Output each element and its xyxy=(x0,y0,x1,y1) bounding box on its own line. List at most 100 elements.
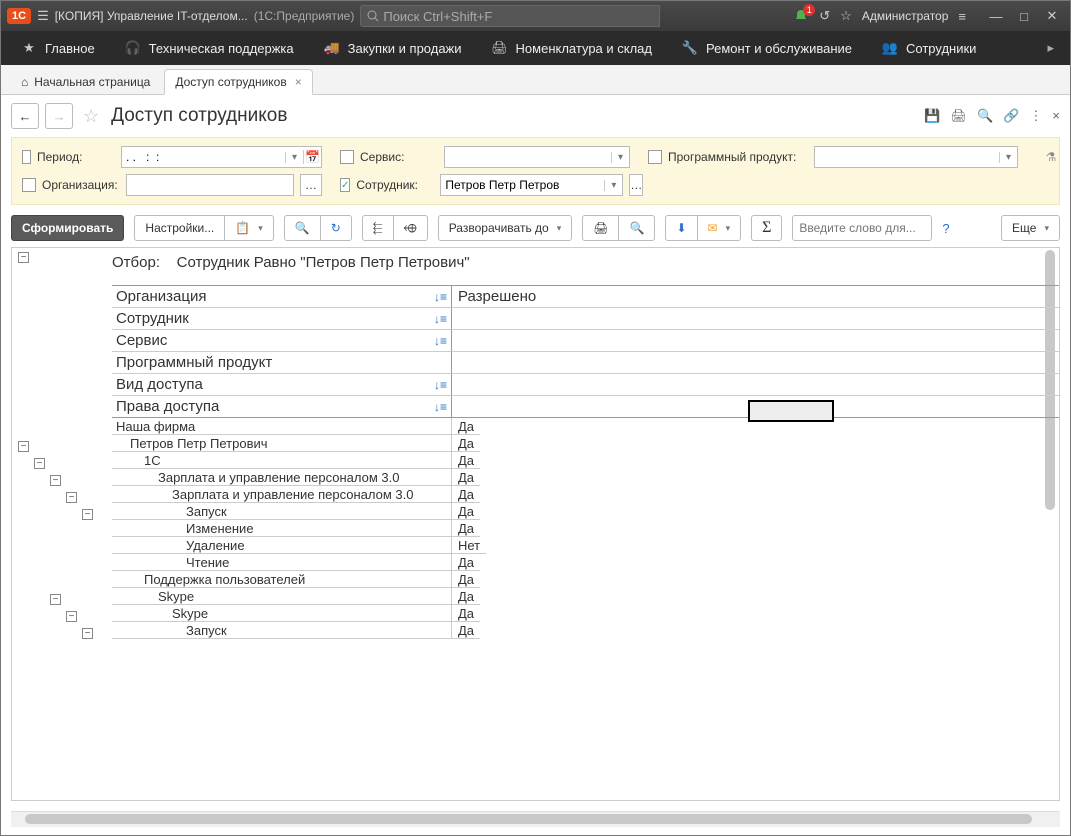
global-search[interactable]: Поиск Ctrl+Shift+F xyxy=(360,5,660,27)
service-checkbox[interactable] xyxy=(340,150,354,164)
tab-close-icon[interactable]: × xyxy=(295,75,302,89)
refresh-find-button[interactable]: ↻ xyxy=(321,215,352,241)
logo-1c: 1C xyxy=(7,8,31,24)
settings-bars-icon[interactable]: ≡ xyxy=(958,9,966,24)
dropdown-icon[interactable]: ▾ xyxy=(611,152,629,163)
sort-icon: ↓≡ xyxy=(434,400,447,414)
menu-repair[interactable]: 🔧Ремонт и обслуживание xyxy=(668,31,866,65)
more-vert-icon[interactable]: ⋮ xyxy=(1029,108,1042,124)
notifications-icon[interactable]: 1 xyxy=(793,8,809,24)
variants-button[interactable]: 📋▾ xyxy=(225,215,273,241)
tree-toggle[interactable]: − xyxy=(34,458,45,469)
menu-support[interactable]: 🎧Техническая поддержка xyxy=(111,31,308,65)
more-button[interactable]: Еще▾ xyxy=(1001,215,1060,241)
product-input[interactable]: ▾ xyxy=(814,146,1018,168)
star-outline-icon[interactable]: ☆ xyxy=(83,106,99,127)
nav-forward-button[interactable]: → xyxy=(45,103,73,129)
expand-button[interactable]: ⬲ xyxy=(394,215,428,241)
table-row[interactable]: SkypeДа xyxy=(112,605,1059,622)
print-button[interactable]: 🖨 xyxy=(582,215,619,241)
app-subtitle: (1С:Предприятие) xyxy=(254,9,355,23)
tab-access[interactable]: Доступ сотрудников × xyxy=(164,69,312,95)
find-button[interactable]: 🔍 xyxy=(284,215,321,241)
table-row[interactable]: ЗапускДа xyxy=(112,503,1059,520)
horizontal-scrollbar[interactable] xyxy=(11,811,1060,827)
dropdown-icon[interactable]: ▾ xyxy=(999,152,1017,163)
tree-toggle[interactable]: − xyxy=(18,441,29,452)
maximize-button[interactable]: □ xyxy=(1012,5,1036,27)
org-checkbox[interactable] xyxy=(22,178,36,192)
link-icon[interactable]: 🔗 xyxy=(1003,108,1019,124)
save-report-button[interactable]: ⬇ xyxy=(665,215,697,241)
dropdown-icon[interactable]: ▾ xyxy=(285,152,303,163)
history-icon[interactable]: ↺ xyxy=(819,8,830,24)
table-row[interactable]: УдалениеНет xyxy=(112,537,1059,554)
tree-toggle[interactable]: − xyxy=(82,509,93,520)
filter-funnel-icon[interactable]: ⚗ xyxy=(1046,150,1057,164)
service-input[interactable]: ▾ xyxy=(444,146,630,168)
period-input[interactable]: ▾📅 xyxy=(121,146,322,168)
minimize-button[interactable]: — xyxy=(984,5,1008,27)
tree-toggle[interactable]: − xyxy=(50,475,61,486)
nav-back-button[interactable]: ← xyxy=(11,103,39,129)
send-button[interactable]: ✉▾ xyxy=(698,215,742,241)
print-preview-button[interactable]: 🔍 xyxy=(619,215,655,241)
tab-home[interactable]: ⌂ Начальная страница xyxy=(9,70,162,94)
table-row[interactable]: Зарплата и управление персоналом 3.0Да xyxy=(112,486,1059,503)
table-row[interactable]: ИзменениеДа xyxy=(112,520,1059,537)
collapse-button[interactable]: ⬱ xyxy=(362,215,394,241)
tree-toggle[interactable]: − xyxy=(18,252,29,263)
table-row[interactable]: ЧтениеДа xyxy=(112,554,1059,571)
titlebar: 1C ☰ [КОПИЯ] Управление IT-отделом... (1… xyxy=(1,1,1070,31)
table-row[interactable]: 1СДа xyxy=(112,452,1059,469)
table-row[interactable]: Зарплата и управление персоналом 3.0Да xyxy=(112,469,1059,486)
home-icon: ⌂ xyxy=(21,75,28,89)
generate-button[interactable]: Сформировать xyxy=(11,215,124,241)
hamburger-icon[interactable]: ☰ xyxy=(37,8,49,24)
print-icon[interactable]: 🖨 xyxy=(951,108,968,124)
menu-main[interactable]: ★Главное xyxy=(7,31,109,65)
org-input[interactable] xyxy=(126,174,294,196)
period-checkbox[interactable] xyxy=(22,150,31,164)
preview-icon[interactable]: 🔍 xyxy=(977,108,993,124)
tree-toggle[interactable]: − xyxy=(66,492,77,503)
dropdown-icon[interactable]: ▾ xyxy=(604,180,622,191)
table-row[interactable]: Наша фирмаДа xyxy=(112,418,1059,435)
settings-button[interactable]: Настройки... xyxy=(134,215,225,241)
employee-input[interactable]: ▾ xyxy=(440,174,623,196)
expand-to-button[interactable]: Разворачивать до▾ xyxy=(438,215,573,241)
employee-checkbox[interactable]: ✓ xyxy=(340,178,350,192)
headset-icon: 🎧 xyxy=(125,40,141,56)
tree-toggle[interactable]: − xyxy=(66,611,77,622)
close-button[interactable]: ✕ xyxy=(1040,5,1064,27)
product-checkbox[interactable] xyxy=(648,150,662,164)
user-label[interactable]: Администратор xyxy=(862,9,949,23)
calendar-icon[interactable]: 📅 xyxy=(303,150,321,164)
employee-select-button[interactable]: … xyxy=(629,174,643,196)
table-row[interactable]: Поддержка пользователейДа xyxy=(112,571,1059,588)
group-label: Вид доступа xyxy=(116,376,203,393)
sum-button[interactable]: Σ xyxy=(751,215,782,241)
group-label: Права доступа xyxy=(116,398,219,415)
menu-purchases[interactable]: 🚚Закупки и продажи xyxy=(310,31,476,65)
favorite-icon[interactable]: ☆ xyxy=(840,8,852,24)
menu-stock[interactable]: 🖨Номенклатура и склад xyxy=(478,31,666,65)
close-page-icon[interactable]: × xyxy=(1052,108,1060,124)
selected-cell[interactable] xyxy=(748,400,834,422)
save-icon[interactable]: 💾 xyxy=(924,108,940,124)
sort-icon: ↓≡ xyxy=(434,290,447,304)
tree-toggle[interactable]: − xyxy=(50,594,61,605)
table-row[interactable]: Петров Петр ПетровичДа xyxy=(112,435,1059,452)
mail-icon: ✉ xyxy=(708,221,718,235)
tree-toggle[interactable]: − xyxy=(82,628,93,639)
report-search-input[interactable] xyxy=(792,215,932,241)
menu-employees[interactable]: 👥Сотрудники xyxy=(868,31,990,65)
org-select-button[interactable]: … xyxy=(300,174,322,196)
employee-label: Сотрудник: xyxy=(356,178,434,192)
report-area[interactable]: − −−−−−−−− Отбор: Сотрудник Равно "Петро… xyxy=(11,247,1060,801)
table-row[interactable]: ЗапускДа xyxy=(112,622,1059,639)
table-row[interactable]: SkypeДа xyxy=(112,588,1059,605)
help-icon[interactable]: ? xyxy=(942,221,949,236)
menu-more[interactable]: ▸ xyxy=(1037,40,1064,56)
period-label: Период: xyxy=(37,150,115,164)
